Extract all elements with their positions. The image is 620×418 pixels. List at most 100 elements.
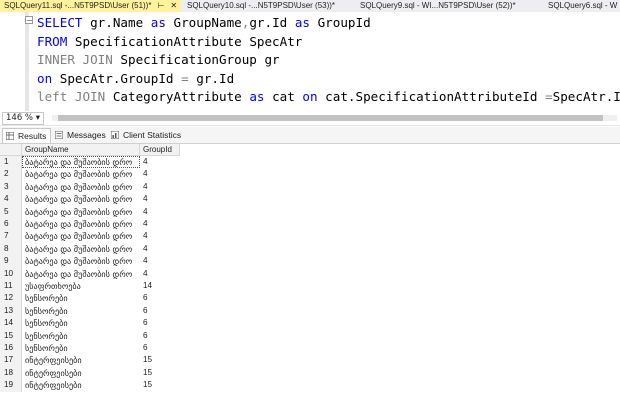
row-number[interactable]: 1: [0, 156, 22, 169]
groupname-cell[interactable]: ბატარეა და მუშაობის დრო: [22, 243, 140, 255]
groupname-cell[interactable]: ბატარეა და მუშაობის დრო: [22, 268, 140, 280]
tab-sqlquery6[interactable]: SQLQuery6.sql - W: [548, 0, 617, 12]
groupid-cell[interactable]: 4: [140, 255, 180, 267]
groupname-cell[interactable]: უსაფრთხოება: [22, 280, 140, 292]
groupname-cell[interactable]: ბატარეა და მუშაობის დრო: [22, 168, 140, 180]
table-row[interactable]: 1 ბატარეა და მუშაობის დრო 4: [0, 156, 160, 169]
groupname-cell[interactable]: სენსორები: [22, 330, 140, 342]
groupid-cell[interactable]: 4: [140, 268, 180, 280]
groupname-cell[interactable]: ბატარეა და მუშაობის დრო: [22, 206, 140, 218]
groupid-cell[interactable]: 4: [140, 206, 180, 218]
table-row[interactable]: 11 უსაფრთხოება 14: [0, 280, 160, 293]
groupname-cell[interactable]: სენსორები: [22, 292, 140, 304]
groupid-cell[interactable]: 6: [140, 292, 180, 304]
code-line[interactable]: left JOIN CategoryAttribute as cat on ca…: [37, 88, 620, 106]
table-row[interactable]: 13 სენსორები 6: [0, 304, 160, 318]
table-row[interactable]: 6 ბატარეა და მუშაობის დრო 4: [0, 218, 160, 231]
row-number[interactable]: 4: [0, 193, 22, 206]
close-icon[interactable]: ✕: [170, 1, 177, 10]
table-row[interactable]: 3 ბატარეა და მუშაობის დრო 4: [0, 180, 160, 194]
row-number[interactable]: 3: [0, 180, 22, 194]
groupid-cell[interactable]: 4: [140, 230, 180, 242]
groupid-cell[interactable]: 4: [140, 181, 180, 193]
groupid-cell[interactable]: 6: [140, 342, 180, 354]
row-number[interactable]: 17: [0, 354, 22, 367]
table-row[interactable]: 9 ბატარეა და მუშაობის დრო 4: [0, 255, 160, 268]
row-number[interactable]: 6: [0, 218, 22, 231]
groupname-cell[interactable]: ბატარეა და მუშაობის დრო: [22, 218, 140, 230]
tab-results[interactable]: Results: [2, 128, 52, 143]
groupid-cell[interactable]: 4: [140, 193, 180, 205]
groupname-cell[interactable]: ბატარეა და მუშაობის დრო: [22, 181, 140, 193]
table-row[interactable]: 10 ბატარეა და მუშაობის დრო 4: [0, 267, 160, 280]
row-header-corner[interactable]: [0, 144, 22, 156]
groupid-cell[interactable]: 4: [140, 218, 180, 230]
tab-sqlquery10[interactable]: SQLQuery10.sql -...N5T9PSD\User (53))*: [187, 0, 335, 12]
table-row[interactable]: 18 ინტერფეისები 15: [0, 366, 160, 380]
tab-messages[interactable]: Messages: [52, 128, 110, 142]
code-line[interactable]: FROM SpecificationAttribute SpecAtr: [37, 33, 302, 51]
pin-icon[interactable]: ⊢: [157, 1, 164, 10]
row-number[interactable]: 19: [0, 379, 22, 392]
collapse-toggle-icon[interactable]: −: [25, 16, 33, 25]
groupid-cell[interactable]: 6: [140, 330, 180, 342]
groupname-cell[interactable]: სენსორები: [22, 342, 140, 354]
table-row[interactable]: 4 ბატარეა და მუშაობის დრო 4: [0, 193, 160, 206]
groupname-cell[interactable]: ბატარეა და მუშაობის დრო: [22, 156, 140, 168]
groupid-cell[interactable]: 15: [140, 367, 180, 379]
table-row[interactable]: 5 ბატარეა და მუშაობის დრო 4: [0, 205, 160, 218]
row-number[interactable]: 10: [0, 267, 22, 280]
row-number[interactable]: 14: [0, 317, 22, 330]
groupid-cell[interactable]: 6: [140, 317, 180, 329]
code-line[interactable]: SELECT gr.Name as GroupName,gr.Id as Gro…: [37, 14, 371, 32]
zoom-dropdown[interactable]: 146 % ▾: [2, 112, 44, 125]
row-number[interactable]: 7: [0, 230, 22, 243]
groupid-cell[interactable]: 4: [140, 243, 180, 255]
tab-sqlquery9[interactable]: SQLQuery9.sql - WI...N5T9PSD\User (52))*: [360, 0, 516, 12]
row-number[interactable]: 9: [0, 255, 22, 268]
row-number[interactable]: 11: [0, 280, 22, 293]
code-line[interactable]: INNER JOIN SpecificationGroup gr: [37, 51, 280, 69]
row-number[interactable]: 2: [0, 168, 22, 181]
code-line[interactable]: on SpecAtr.GroupId = gr.Id: [37, 70, 234, 88]
groupname-cell[interactable]: ბატარეა და მუშაობის დრო: [22, 193, 140, 205]
groupname-cell[interactable]: ინტერფეისები: [22, 354, 140, 366]
row-number[interactable]: 8: [0, 242, 22, 256]
table-row[interactable]: 7 ბატარეა და მუშაობის დრო 4: [0, 230, 160, 243]
groupid-cell[interactable]: 4: [140, 156, 180, 168]
groupid-cell[interactable]: 4: [140, 168, 180, 180]
groupname-cell[interactable]: ინტერფეისები: [22, 379, 140, 391]
row-number[interactable]: 18: [0, 366, 22, 380]
table-row[interactable]: 17 ინტერფეისები 15: [0, 354, 160, 367]
groupname-cell[interactable]: ინტერფეისები: [22, 367, 140, 379]
query-editor[interactable]: − SELECT gr.Name as GroupName,gr.Id as G…: [0, 12, 620, 112]
scrollbar-thumb[interactable]: [58, 115, 603, 121]
tab-sqlquery11[interactable]: SQLQuery11.sql -...N5T9PSD\User (51))* ⊢ ✕: [0, 0, 182, 12]
groupname-cell[interactable]: სენსორები: [22, 305, 140, 317]
column-header-groupname[interactable]: GroupName: [22, 144, 140, 156]
groupname-cell[interactable]: ბატარეა და მუშაობის დრო: [22, 230, 140, 242]
row-number[interactable]: 12: [0, 292, 22, 305]
table-row[interactable]: 19 ინტერფეისები 15: [0, 379, 160, 392]
table-row[interactable]: 12 სენსორები 6: [0, 292, 160, 305]
tab-client-statistics[interactable]: Client Statistics: [108, 128, 185, 142]
groupid-cell[interactable]: 15: [140, 354, 180, 366]
groupname-cell[interactable]: ბატარეა და მუშაობის დრო: [22, 255, 140, 267]
column-header-label: GroupName: [25, 145, 69, 154]
code-token: CategoryAttribute: [105, 89, 250, 105]
groupid-cell[interactable]: 14: [140, 280, 180, 292]
groupid-cell[interactable]: 15: [140, 379, 180, 391]
table-row[interactable]: 15 სენსორები 6: [0, 329, 160, 342]
groupname-cell[interactable]: სენსორები: [22, 317, 140, 329]
table-row[interactable]: 8 ბატარეა და მუშაობის დრო 4: [0, 242, 160, 256]
row-number[interactable]: 13: [0, 304, 22, 318]
row-number[interactable]: 16: [0, 342, 22, 355]
table-row[interactable]: 14 სენსორები 6: [0, 317, 160, 330]
table-row[interactable]: 16 სენსორები 6: [0, 342, 160, 355]
column-header-groupid[interactable]: GroupId: [140, 144, 180, 156]
horizontal-scrollbar[interactable]: [52, 115, 617, 121]
row-number[interactable]: 15: [0, 329, 22, 342]
table-row[interactable]: 2 ბატარეა და მუშაობის დრო 4: [0, 168, 160, 181]
groupid-cell[interactable]: 6: [140, 305, 180, 317]
row-number[interactable]: 5: [0, 205, 22, 218]
